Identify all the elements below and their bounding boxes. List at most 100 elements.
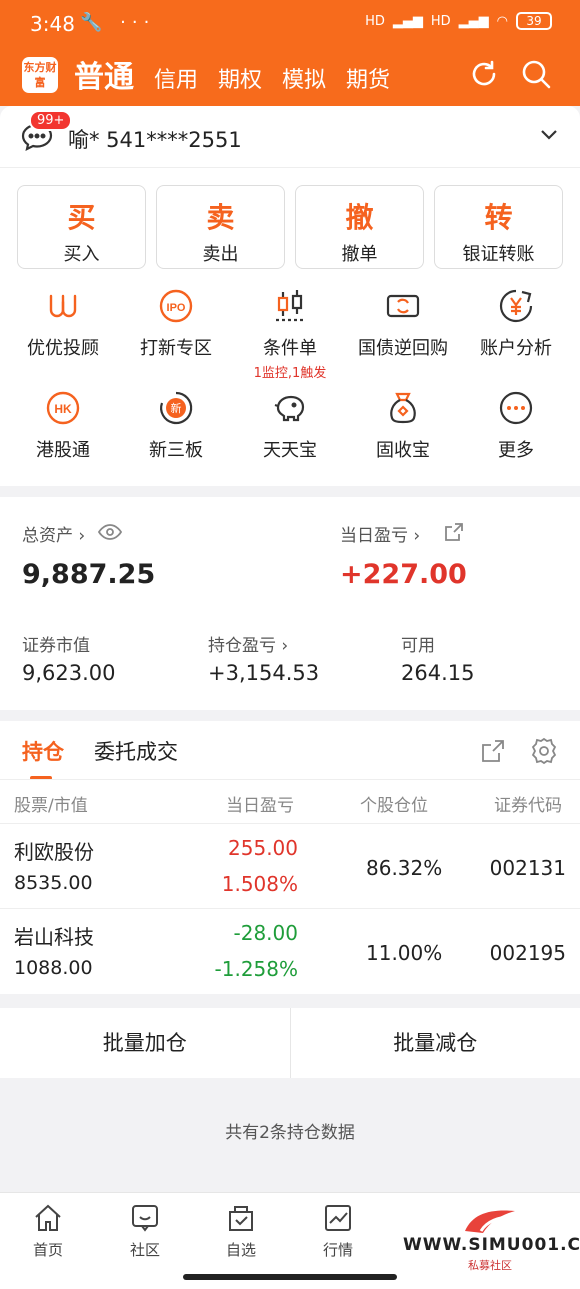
message-badge: 99+ <box>29 110 73 131</box>
refresh-icon[interactable] <box>468 58 500 90</box>
repo-icon <box>386 294 420 318</box>
stock-day-pl-pct: -1.258% <box>214 957 298 981</box>
tab-normal[interactable]: 普通 <box>74 52 134 106</box>
watermark-logo-icon <box>465 1210 515 1233</box>
col-stock[interactable]: 股票/市值 <box>14 791 88 816</box>
stock-name: 利欧股份 <box>14 840 94 864</box>
sell-char: 卖 <box>206 201 235 234</box>
total-assets-value: 9,887.25 <box>22 559 156 590</box>
trade-panel: 买 买入 卖 卖出 撤 撤单 转 银证转账 优优投顾 IPO 打新专区 条件单 … <box>0 168 580 486</box>
stock-day-pl: 255.00 <box>228 836 298 860</box>
signal-hd-2: HD <box>430 13 451 29</box>
divider <box>0 779 580 780</box>
conditional-order-status: 1监控,1触发 <box>253 366 327 381</box>
available-value: 264.15 <box>401 661 475 685</box>
piggy-icon <box>274 395 305 422</box>
grid-item-fixed-income[interactable]: 固收宝 <box>348 390 458 462</box>
market-value-label: 证券市值 <box>22 636 90 656</box>
grid-item-uu-advisor[interactable]: 优优投顾 <box>8 288 118 360</box>
grid-item-more[interactable]: 更多 <box>461 390 571 462</box>
buy-char: 买 <box>67 201 96 234</box>
grid-item-reverse-repo[interactable]: 国债逆回购 <box>348 288 458 360</box>
stock-day-pl-pct: 1.508% <box>221 872 298 896</box>
col-day-pl[interactable]: 当日盈亏 <box>226 791 294 816</box>
batch-reduce-button[interactable]: 批量减仓 <box>291 1008 580 1078</box>
grid-item-hk-connect[interactable]: HK 港股通 <box>8 390 118 462</box>
hold-pl-value: +3,154.53 <box>208 661 320 685</box>
total-assets-link[interactable]: 总资产 › <box>22 521 85 546</box>
share-icon[interactable] <box>444 522 464 542</box>
settings-icon[interactable] <box>530 737 558 765</box>
community-icon <box>132 1205 158 1232</box>
nav-watchlist[interactable]: 自选 <box>193 1203 289 1260</box>
export-icon[interactable] <box>481 739 505 763</box>
app-logo[interactable]: 东方财富 <box>22 57 58 93</box>
table-row[interactable]: 岩山科技 1088.00 -28.00 -1.258% 11.00% 00219… <box>0 908 580 994</box>
tab-credit[interactable]: 信用 <box>154 62 198 106</box>
bank-transfer-button[interactable]: 转 银证转账 <box>434 185 563 269</box>
search-icon[interactable] <box>520 58 552 90</box>
nav-community[interactable]: 社区 <box>97 1203 193 1260</box>
stock-position-pct: 86.32% <box>366 856 443 880</box>
batch-actions: 批量加仓 批量减仓 <box>0 1008 580 1078</box>
tab-orders[interactable]: 委托成交 <box>94 736 178 766</box>
signal-hd-1: HD <box>365 13 385 29</box>
candlestick-icon <box>276 290 304 322</box>
header-bar: 3:48 🔧 ··· HD ▂▄▆ HD ▂▄▆ ◠ 39 东方财富 普通 信用… <box>0 0 580 106</box>
grid-item-ipo[interactable]: IPO 打新专区 <box>121 288 231 360</box>
chevron-down-icon[interactable] <box>540 128 558 142</box>
table-row[interactable]: 利欧股份 8535.00 255.00 1.508% 86.32% 002131 <box>0 823 580 909</box>
total-assets-label: 总资产 <box>22 526 73 546</box>
available-label: 可用 <box>401 636 435 656</box>
cancel-order-button[interactable]: 撤 撤单 <box>295 185 424 269</box>
grid-label: 新三板 <box>149 440 203 461</box>
grid-item-tiantianbao[interactable]: 天天宝 <box>235 390 345 462</box>
sell-button[interactable]: 卖 卖出 <box>156 185 285 269</box>
asset-summary: 总资产 › 9,887.25 当日盈亏 › +227.00 证券市值 9,623… <box>0 497 580 710</box>
yen-chart-icon <box>499 289 533 323</box>
tab-positions[interactable]: 持仓 <box>22 736 64 780</box>
nav-home[interactable]: 首页 <box>0 1203 96 1260</box>
grid-label: 港股通 <box>36 440 90 461</box>
grid-item-new-third-board[interactable]: 新 新三板 <box>121 390 231 462</box>
buy-button[interactable]: 买 买入 <box>17 185 146 269</box>
account-name: 喻* 541****2551 <box>68 128 242 152</box>
account-selector[interactable]: 99+ 喻* 541****2551 <box>0 106 580 168</box>
grid-label: 更多 <box>498 440 534 461</box>
ipo-icon: IPO <box>159 289 193 323</box>
grid-item-conditional-order[interactable]: 条件单 1监控,1触发 <box>235 288 345 381</box>
nav-label: 行情 <box>322 1241 353 1259</box>
transfer-char: 转 <box>484 201 513 234</box>
grid-label: 天天宝 <box>263 440 317 461</box>
transfer-label: 银证转账 <box>462 244 535 265</box>
grid-item-account-analysis[interactable]: 账户分析 <box>461 288 571 360</box>
eye-icon[interactable] <box>98 523 122 541</box>
home-indicator[interactable] <box>183 1274 397 1280</box>
watchlist-icon <box>229 1206 253 1231</box>
status-time: 3:48 <box>30 12 75 36</box>
grid-label: 条件单 <box>263 338 317 359</box>
hold-pl-label: 持仓盈亏 <box>208 636 276 656</box>
hold-pl-link[interactable]: 持仓盈亏 › <box>208 631 288 656</box>
sell-label: 卖出 <box>202 244 239 265</box>
stock-day-pl: -28.00 <box>233 921 298 945</box>
market-icon <box>325 1205 351 1231</box>
col-code[interactable]: 证券代码 <box>494 791 580 816</box>
day-pl-value: +227.00 <box>340 559 467 590</box>
col-position[interactable]: 个股仓位 <box>360 791 428 816</box>
tab-options[interactable]: 期权 <box>218 62 262 106</box>
status-notification-icons: 🔧 ··· <box>80 12 156 33</box>
day-pl-link[interactable]: 当日盈亏 › <box>340 521 420 546</box>
more-icon <box>499 391 533 425</box>
market-value: 9,623.00 <box>22 661 116 685</box>
batch-add-button[interactable]: 批量加仓 <box>0 1008 290 1078</box>
cancel-char: 撤 <box>345 201 374 234</box>
grid-label: 国债逆回购 <box>358 338 448 359</box>
nav-label: 首页 <box>32 1241 63 1259</box>
tab-futures[interactable]: 期货 <box>346 62 390 106</box>
wifi-icon: ◠ <box>496 13 508 29</box>
signal-icon-2: ▂▄▆ <box>458 13 489 29</box>
tab-simulated[interactable]: 模拟 <box>282 62 326 106</box>
nav-market[interactable]: 行情 <box>290 1203 386 1260</box>
signal-icon: ▂▄▆ <box>392 13 423 29</box>
